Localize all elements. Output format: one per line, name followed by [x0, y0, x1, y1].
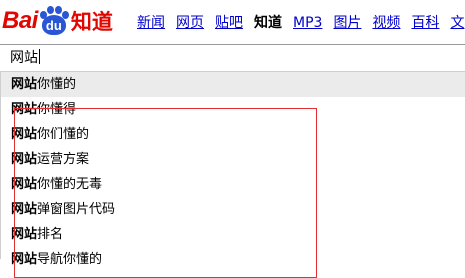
search-input[interactable]: 网站	[0, 44, 465, 72]
suggestion-text: 你懂的	[37, 77, 77, 92]
suggestion-item[interactable]: 网站你们懂的	[1, 122, 465, 147]
logo-bai-text: Bai	[2, 7, 38, 34]
suggestion-keyword: 网站	[11, 227, 38, 242]
suggestion-keyword: 网站	[11, 77, 38, 92]
suggestion-item[interactable]: 网站你懂的无毒	[1, 172, 465, 197]
suggestion-dropdown: 网站你懂的 网站你懂得 网站你们懂的 网站运营方案 网站你懂的无毒 网站弹窗图片…	[0, 72, 465, 267]
baidu-zhidao-logo[interactable]: Bai du 知道	[2, 4, 113, 38]
suggestion-text: 导航你懂的	[37, 252, 103, 267]
nav-link-news[interactable]: 新闻	[137, 14, 165, 32]
nav-link-images[interactable]: 图片	[333, 14, 361, 32]
suggestion-text: 弹窗图片代码	[37, 202, 116, 217]
suggestion-keyword: 网站	[11, 102, 38, 117]
suggestion-text: 运营方案	[37, 152, 90, 167]
paw-icon: du	[39, 6, 69, 36]
suggestion-keyword: 网站	[11, 202, 38, 217]
logo-zhidao-text: 知道	[70, 10, 113, 34]
search-input-value: 网站	[10, 50, 38, 66]
nav-link-video[interactable]: 视频	[372, 14, 400, 32]
nav-link-wenku[interactable]: 文	[450, 14, 464, 32]
suggestion-keyword: 网站	[11, 127, 38, 142]
nav-current-zhidao: 知道	[254, 15, 282, 31]
suggestion-text: 你懂得	[37, 102, 77, 117]
nav-link-baike[interactable]: 百科	[411, 14, 439, 32]
suggestion-item[interactable]: 网站弹窗图片代码	[1, 197, 465, 222]
search-category-nav: 新闻 网页 贴吧 知道 MP3 图片 视频 百科 文	[137, 14, 465, 32]
text-caret	[39, 49, 40, 64]
suggestion-item[interactable]: 网站运营方案	[1, 147, 465, 172]
top-bar: Bai du 知道 新闻 网页 贴吧 知道 MP3 图片 视频 百科 文	[0, 0, 465, 42]
suggestion-text: 你们懂的	[37, 127, 90, 142]
suggestion-item[interactable]: 网站排名	[1, 222, 465, 247]
suggestion-keyword: 网站	[11, 252, 38, 267]
suggestion-text: 你懂的无毒	[37, 177, 103, 192]
nav-link-web[interactable]: 网页	[176, 14, 204, 32]
suggestion-keyword: 网站	[11, 152, 38, 167]
nav-link-mp3[interactable]: MP3	[293, 14, 322, 32]
logo-du-text: du	[41, 15, 66, 35]
nav-link-tieba[interactable]: 贴吧	[215, 14, 243, 32]
suggestion-item[interactable]: 网站导航你懂的	[1, 247, 465, 272]
suggestion-item[interactable]: 网站你懂得	[1, 97, 465, 122]
suggestion-item[interactable]: 网站你懂的	[1, 72, 465, 97]
suggestion-keyword: 网站	[11, 177, 38, 192]
suggestion-text: 排名	[37, 227, 64, 242]
